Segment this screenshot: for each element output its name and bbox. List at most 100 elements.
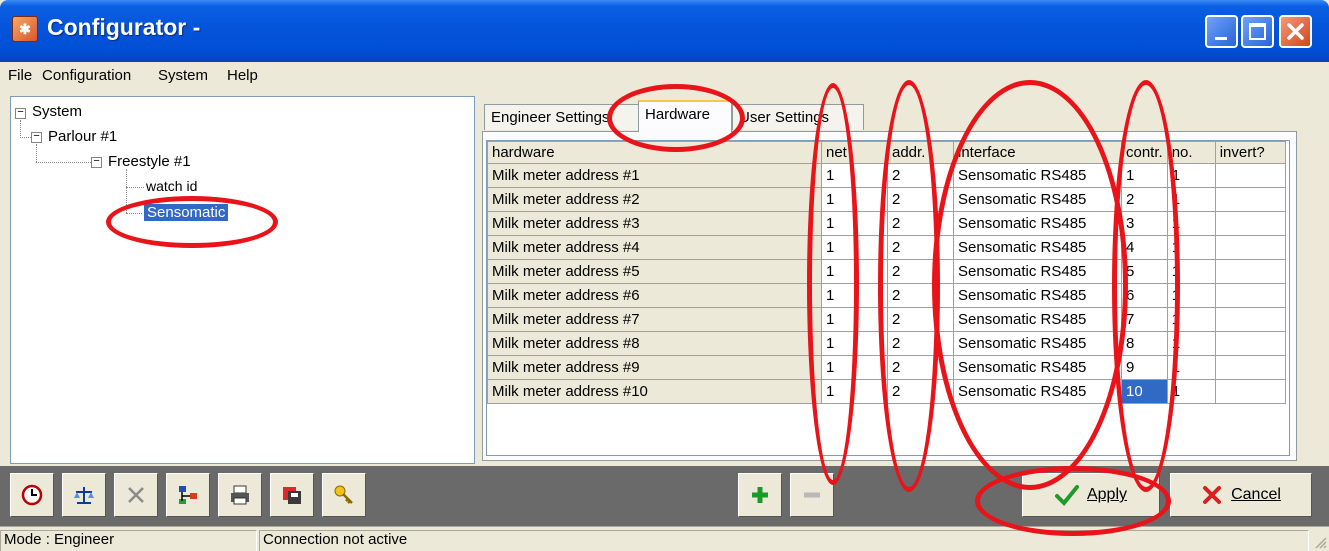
table-row[interactable]: Milk meter address #10 1 2 Sensomatic RS485… [487, 379, 1286, 404]
cell-no[interactable]: 1 [1166, 307, 1216, 332]
cell-no[interactable]: 1 [1166, 379, 1216, 404]
cell-net[interactable]: 1 [821, 379, 888, 404]
cell-net[interactable]: 1 [821, 187, 888, 212]
cell-addr[interactable]: 2 [887, 331, 954, 356]
cell-contr[interactable]: 3 [1121, 211, 1168, 236]
cell-interface[interactable]: Sensomatic RS485 [953, 163, 1122, 188]
cell-addr[interactable]: 2 [887, 379, 954, 404]
clock-button[interactable] [10, 473, 54, 517]
cell-invert[interactable] [1214, 331, 1286, 356]
tree-node-system[interactable]: System [32, 103, 82, 120]
remove-row-button[interactable] [790, 473, 834, 517]
cell-invert[interactable] [1214, 283, 1286, 308]
cell-interface[interactable]: Sensomatic RS485 [953, 211, 1122, 236]
cell-hardware[interactable]: Milk meter address #10 [487, 379, 822, 404]
cell-hardware[interactable]: Milk meter address #6 [487, 283, 822, 308]
cell-addr[interactable]: 2 [887, 355, 954, 380]
cell-no[interactable]: 1 [1166, 235, 1216, 260]
cell-net[interactable]: 1 [821, 283, 888, 308]
table-row[interactable]: Milk meter address #2 1 2 Sensomatic RS485 2… [487, 187, 1286, 212]
cell-interface[interactable]: Sensomatic RS485 [953, 283, 1122, 308]
configuration-tree[interactable]: − System − Parlour #1 − Freestyle #1 wat… [10, 96, 475, 464]
cell-no[interactable]: 1 [1166, 187, 1216, 212]
cell-addr[interactable]: 2 [887, 283, 954, 308]
cell-addr[interactable]: 2 [887, 163, 954, 188]
add-row-button[interactable] [738, 473, 782, 517]
cell-interface[interactable]: Sensomatic RS485 [953, 259, 1122, 284]
cell-no[interactable]: 1 [1166, 283, 1216, 308]
cell-contr[interactable]: 1 [1121, 163, 1168, 188]
menu-help[interactable]: Help [227, 67, 258, 84]
cell-interface[interactable]: Sensomatic RS485 [953, 235, 1122, 260]
cell-no[interactable]: 1 [1166, 331, 1216, 356]
cell-hardware[interactable]: Milk meter address #5 [487, 259, 822, 284]
tab-engineer-settings[interactable]: Engineer Settings [484, 104, 640, 130]
cell-no[interactable]: 1 [1166, 355, 1216, 380]
cell-net[interactable]: 1 [821, 355, 888, 380]
cell-invert[interactable] [1214, 379, 1286, 404]
menu-configuration[interactable]: Configuration [42, 67, 131, 84]
cell-invert[interactable] [1214, 259, 1286, 284]
cell-addr[interactable]: 2 [887, 235, 954, 260]
cell-net[interactable]: 1 [821, 163, 888, 188]
app-icon[interactable]: ✱ [12, 16, 38, 42]
hardware-grid[interactable]: hardware net addr. interface contr. no. … [486, 140, 1290, 456]
cell-interface[interactable]: Sensomatic RS485 [953, 331, 1122, 356]
table-row[interactable]: Milk meter address #4 1 2 Sensomatic RS485 4… [487, 235, 1286, 260]
cell-contr[interactable]: 4 [1121, 235, 1168, 260]
save-button[interactable] [270, 473, 314, 517]
cell-invert[interactable] [1214, 235, 1286, 260]
cell-addr[interactable]: 2 [887, 211, 954, 236]
column-header-hardware[interactable]: hardware [487, 141, 822, 164]
apply-button[interactable]: Apply [1022, 473, 1160, 517]
cell-net[interactable]: 1 [821, 211, 888, 236]
tree-node-watch-id[interactable]: watch id [146, 178, 197, 194]
cell-interface[interactable]: Sensomatic RS485 [953, 187, 1122, 212]
cell-hardware[interactable]: Milk meter address #3 [487, 211, 822, 236]
network-button[interactable] [166, 473, 210, 517]
cell-hardware[interactable]: Milk meter address #4 [487, 235, 822, 260]
cell-addr[interactable]: 2 [887, 307, 954, 332]
cell-interface[interactable]: Sensomatic RS485 [953, 379, 1122, 404]
cell-net[interactable]: 1 [821, 235, 888, 260]
cell-interface[interactable]: Sensomatic RS485 [953, 307, 1122, 332]
cell-no[interactable]: 1 [1166, 163, 1216, 188]
table-row[interactable]: Milk meter address #5 1 2 Sensomatic RS485 5… [487, 259, 1286, 284]
cell-hardware[interactable]: Milk meter address #7 [487, 307, 822, 332]
cell-hardware[interactable]: Milk meter address #8 [487, 331, 822, 356]
cell-contr[interactable]: 10 [1121, 379, 1168, 404]
cell-invert[interactable] [1214, 163, 1286, 188]
cell-contr[interactable]: 9 [1121, 355, 1168, 380]
column-header-interface[interactable]: interface [953, 141, 1122, 164]
tab-user-settings[interactable]: User Settings [732, 104, 864, 130]
resize-grip-icon[interactable] [1313, 535, 1327, 549]
tab-hardware[interactable]: Hardware [638, 100, 732, 132]
cell-net[interactable]: 1 [821, 331, 888, 356]
column-header-addr[interactable]: addr. [887, 141, 954, 164]
cell-addr[interactable]: 2 [887, 187, 954, 212]
column-header-contr[interactable]: contr. [1121, 141, 1168, 164]
cell-invert[interactable] [1214, 187, 1286, 212]
print-button[interactable] [218, 473, 262, 517]
close-button[interactable] [1279, 15, 1312, 48]
collapse-icon[interactable]: − [31, 132, 42, 143]
tree-node-sensomatic[interactable]: Sensomatic [144, 204, 229, 221]
title-bar[interactable]: ✱ Configurator - [0, 0, 1329, 62]
table-row[interactable]: Milk meter address #8 1 2 Sensomatic RS485 8… [487, 331, 1286, 356]
tree-node-freestyle[interactable]: Freestyle #1 [108, 153, 191, 170]
cell-net[interactable]: 1 [821, 259, 888, 284]
scale-button[interactable] [62, 473, 106, 517]
cell-contr[interactable]: 5 [1121, 259, 1168, 284]
table-row[interactable]: Milk meter address #7 1 2 Sensomatic RS485 7… [487, 307, 1286, 332]
cell-contr[interactable]: 8 [1121, 331, 1168, 356]
tree-node-parlour[interactable]: Parlour #1 [48, 128, 117, 145]
key-button[interactable] [322, 473, 366, 517]
cell-invert[interactable] [1214, 211, 1286, 236]
column-header-net[interactable]: net [821, 141, 888, 164]
menu-file[interactable]: File [8, 67, 32, 84]
cancel-button[interactable]: Cancel [1170, 473, 1312, 517]
column-header-invert[interactable]: invert? [1214, 141, 1286, 164]
column-header-no[interactable]: no. [1166, 141, 1216, 164]
cell-net[interactable]: 1 [821, 307, 888, 332]
cell-interface[interactable]: Sensomatic RS485 [953, 355, 1122, 380]
